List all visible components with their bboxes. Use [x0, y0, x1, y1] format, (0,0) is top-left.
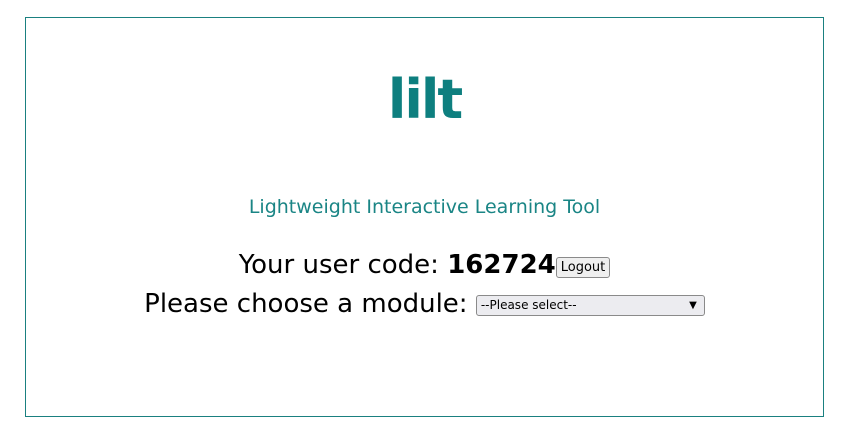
main-panel: lilt Lightweight Interactive Learning To… [25, 17, 824, 417]
user-code-label: Your user code: [238, 250, 448, 280]
module-choice-row: Please choose a module: --Please select-… [26, 286, 823, 322]
module-select-value: --Please select-- [480, 298, 577, 312]
user-code-value: 162724 [447, 250, 556, 280]
lilt-logo: lilt [387, 68, 463, 131]
user-code-row: Your user code: 162724 Logout [26, 247, 823, 283]
module-select[interactable]: --Please select-- ▼ [475, 295, 705, 316]
chevron-down-icon: ▼ [689, 300, 697, 311]
logout-button[interactable]: Logout [555, 257, 611, 278]
app-tagline: Lightweight Interactive Learning Tool [248, 196, 601, 218]
module-choice-label: Please choose a module: [144, 289, 476, 319]
